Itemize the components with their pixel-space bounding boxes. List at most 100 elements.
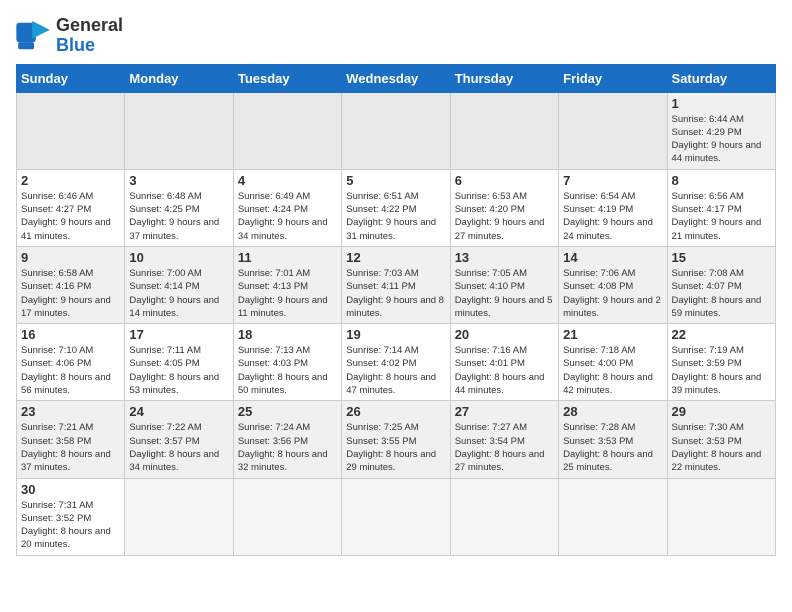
day-info: Sunrise: 7:14 AM Sunset: 4:02 PM Dayligh… [346,344,445,397]
day-number: 25 [238,404,337,419]
calendar-cell: 30 Sunrise: 7:31 AM Sunset: 3:52 PM Dayli… [17,478,125,555]
day-info: Sunrise: 7:19 AM Sunset: 3:59 PM Dayligh… [672,344,771,397]
calendar-cell [450,478,558,555]
calendar-cell: 25 Sunrise: 7:24 AM Sunset: 3:56 PM Dayli… [233,401,341,478]
weekday-header-monday: Monday [125,64,233,92]
calendar-cell: 12 Sunrise: 7:03 AM Sunset: 4:11 PM Dayli… [342,246,450,323]
day-info: Sunrise: 7:01 AM Sunset: 4:13 PM Dayligh… [238,267,337,320]
day-number: 9 [21,250,120,265]
day-number: 16 [21,327,120,342]
day-number: 22 [672,327,771,342]
day-info: Sunrise: 7:18 AM Sunset: 4:00 PM Dayligh… [563,344,662,397]
calendar-cell: 3 Sunrise: 6:48 AM Sunset: 4:25 PM Daylig… [125,169,233,246]
calendar-week-row: 16 Sunrise: 7:10 AM Sunset: 4:06 PM Dayli… [17,324,776,401]
day-info: Sunrise: 6:53 AM Sunset: 4:20 PM Dayligh… [455,190,554,243]
day-info: Sunrise: 7:21 AM Sunset: 3:58 PM Dayligh… [21,421,120,474]
calendar-cell: 27Sunrise: 7:27 AM Sunset: 3:54 PM Dayli… [450,401,558,478]
calendar-cell [125,478,233,555]
calendar-cell: 16 Sunrise: 7:10 AM Sunset: 4:06 PM Dayli… [17,324,125,401]
day-number: 24 [129,404,228,419]
calendar-cell [342,92,450,169]
calendar-cell [233,92,341,169]
calendar-cell: 5 Sunrise: 6:51 AM Sunset: 4:22 PM Daylig… [342,169,450,246]
weekday-header-thursday: Thursday [450,64,558,92]
day-number: 3 [129,173,228,188]
day-number: 8 [672,173,771,188]
day-number: 30 [21,482,120,497]
calendar-cell: 10 Sunrise: 7:00 AM Sunset: 4:14 PM Dayli… [125,246,233,323]
calendar-week-row: 9Sunrise: 6:58 AM Sunset: 4:16 PM Daylig… [17,246,776,323]
weekday-header-saturday: Saturday [667,64,775,92]
calendar-cell: 18 Sunrise: 7:13 AM Sunset: 4:03 PM Dayli… [233,324,341,401]
calendar-cell: 7Sunrise: 6:54 AM Sunset: 4:19 PM Daylig… [559,169,667,246]
calendar-cell: 24 Sunrise: 7:22 AM Sunset: 3:57 PM Dayli… [125,401,233,478]
calendar-cell [559,478,667,555]
day-number: 13 [455,250,554,265]
calendar-cell: 17 Sunrise: 7:11 AM Sunset: 4:05 PM Dayli… [125,324,233,401]
day-number: 18 [238,327,337,342]
day-number: 4 [238,173,337,188]
calendar-table: SundayMondayTuesdayWednesdayThursdayFrid… [16,64,776,556]
calendar-cell: 19Sunrise: 7:14 AM Sunset: 4:02 PM Dayli… [342,324,450,401]
day-info: Sunrise: 7:13 AM Sunset: 4:03 PM Dayligh… [238,344,337,397]
day-info: Sunrise: 7:22 AM Sunset: 3:57 PM Dayligh… [129,421,228,474]
day-info: Sunrise: 7:11 AM Sunset: 4:05 PM Dayligh… [129,344,228,397]
calendar-cell [17,92,125,169]
day-number: 5 [346,173,445,188]
weekday-header-friday: Friday [559,64,667,92]
page-header: General Blue [16,16,776,56]
day-info: Sunrise: 7:28 AM Sunset: 3:53 PM Dayligh… [563,421,662,474]
calendar-week-row: 30 Sunrise: 7:31 AM Sunset: 3:52 PM Dayli… [17,478,776,555]
day-number: 11 [238,250,337,265]
calendar-cell: 11 Sunrise: 7:01 AM Sunset: 4:13 PM Dayli… [233,246,341,323]
day-info: Sunrise: 7:05 AM Sunset: 4:10 PM Dayligh… [455,267,554,320]
day-number: 20 [455,327,554,342]
day-info: Sunrise: 7:03 AM Sunset: 4:11 PM Dayligh… [346,267,445,320]
weekday-header-tuesday: Tuesday [233,64,341,92]
day-number: 23 [21,404,120,419]
calendar-cell: 6Sunrise: 6:53 AM Sunset: 4:20 PM Daylig… [450,169,558,246]
calendar-cell: 8 Sunrise: 6:56 AM Sunset: 4:17 PM Daylig… [667,169,775,246]
day-info: Sunrise: 6:56 AM Sunset: 4:17 PM Dayligh… [672,190,771,243]
calendar-cell: 1 Sunrise: 6:44 AM Sunset: 4:29 PM Daylig… [667,92,775,169]
calendar-cell: 26Sunrise: 7:25 AM Sunset: 3:55 PM Dayli… [342,401,450,478]
day-number: 12 [346,250,445,265]
logo-text: General Blue [56,16,123,56]
day-info: Sunrise: 7:00 AM Sunset: 4:14 PM Dayligh… [129,267,228,320]
day-info: Sunrise: 7:10 AM Sunset: 4:06 PM Dayligh… [21,344,120,397]
calendar-cell: 29 Sunrise: 7:30 AM Sunset: 3:53 PM Dayli… [667,401,775,478]
day-number: 7 [563,173,662,188]
calendar-cell [342,478,450,555]
calendar-cell [559,92,667,169]
day-number: 29 [672,404,771,419]
calendar-week-row: 23 Sunrise: 7:21 AM Sunset: 3:58 PM Dayli… [17,401,776,478]
calendar-cell: 28Sunrise: 7:28 AM Sunset: 3:53 PM Dayli… [559,401,667,478]
day-number: 21 [563,327,662,342]
calendar-cell: 22 Sunrise: 7:19 AM Sunset: 3:59 PM Dayli… [667,324,775,401]
calendar-cell: 9Sunrise: 6:58 AM Sunset: 4:16 PM Daylig… [17,246,125,323]
calendar-header-row: SundayMondayTuesdayWednesdayThursdayFrid… [17,64,776,92]
day-number: 10 [129,250,228,265]
calendar-week-row: 2 Sunrise: 6:46 AM Sunset: 4:27 PM Daylig… [17,169,776,246]
calendar-cell [667,478,775,555]
day-info: Sunrise: 7:24 AM Sunset: 3:56 PM Dayligh… [238,421,337,474]
day-info: Sunrise: 7:30 AM Sunset: 3:53 PM Dayligh… [672,421,771,474]
calendar-cell: 21 Sunrise: 7:18 AM Sunset: 4:00 PM Dayli… [559,324,667,401]
calendar-week-row: 1 Sunrise: 6:44 AM Sunset: 4:29 PM Daylig… [17,92,776,169]
day-number: 14 [563,250,662,265]
day-info: Sunrise: 6:44 AM Sunset: 4:29 PM Dayligh… [672,113,771,166]
day-info: Sunrise: 6:48 AM Sunset: 4:25 PM Dayligh… [129,190,228,243]
day-number: 1 [672,96,771,111]
day-number: 2 [21,173,120,188]
weekday-header-wednesday: Wednesday [342,64,450,92]
weekday-header-sunday: Sunday [17,64,125,92]
calendar-cell: 23 Sunrise: 7:21 AM Sunset: 3:58 PM Dayli… [17,401,125,478]
day-number: 17 [129,327,228,342]
day-info: Sunrise: 7:31 AM Sunset: 3:52 PM Dayligh… [21,499,120,552]
calendar-cell: 20Sunrise: 7:16 AM Sunset: 4:01 PM Dayli… [450,324,558,401]
calendar-cell [233,478,341,555]
day-info: Sunrise: 6:51 AM Sunset: 4:22 PM Dayligh… [346,190,445,243]
logo: General Blue [16,16,123,56]
calendar-cell [125,92,233,169]
day-info: Sunrise: 6:46 AM Sunset: 4:27 PM Dayligh… [21,190,120,243]
